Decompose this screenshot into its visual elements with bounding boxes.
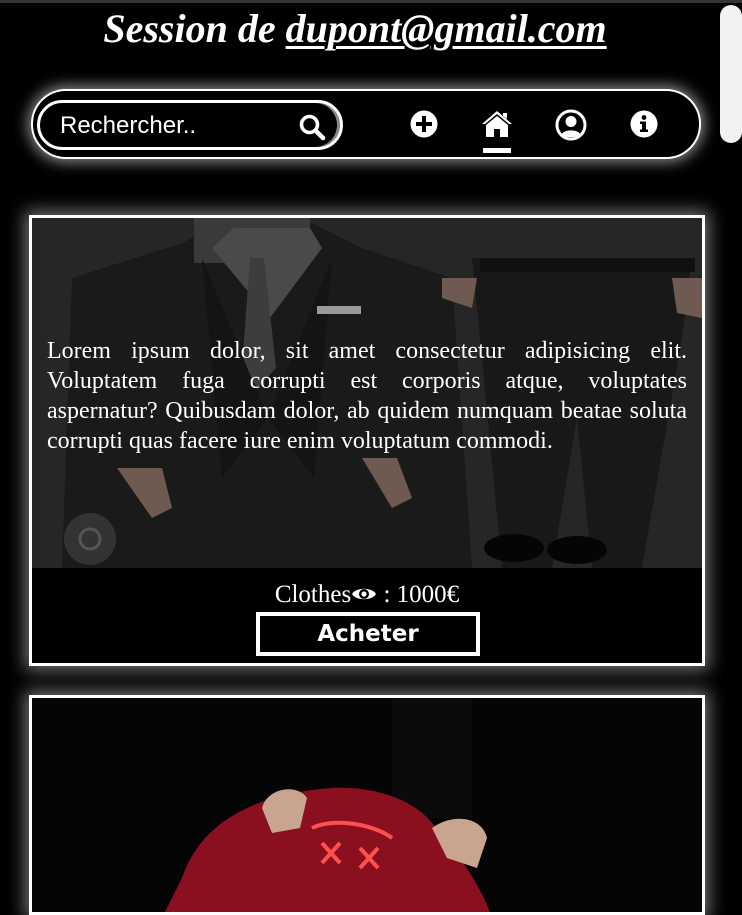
product-price: : 1000€ bbox=[383, 581, 460, 608]
scrollbar-thumb[interactable] bbox=[720, 5, 742, 143]
top-rule bbox=[0, 0, 742, 3]
product-card: Lorem ipsum dolor, sit amet consectetur … bbox=[29, 215, 705, 666]
buy-button[interactable]: Acheter bbox=[256, 612, 480, 656]
product-price-line: Clothes : 1000€ bbox=[32, 580, 702, 610]
eye-icon[interactable] bbox=[351, 581, 377, 600]
product-image bbox=[32, 698, 702, 912]
search-icon[interactable] bbox=[298, 113, 326, 141]
product-card bbox=[29, 695, 705, 915]
search-box bbox=[37, 100, 343, 150]
search-input[interactable] bbox=[60, 111, 290, 141]
navbar bbox=[31, 89, 701, 159]
product-category: Clothes bbox=[274, 581, 352, 608]
session-prefix: Session de bbox=[103, 6, 286, 51]
product-footer: Clothes : 1000€ Acheter bbox=[32, 568, 702, 663]
plus-circle-icon[interactable] bbox=[409, 109, 439, 139]
info-circle-icon[interactable] bbox=[629, 109, 659, 139]
home-icon[interactable] bbox=[481, 109, 512, 139]
active-nav-indicator bbox=[483, 148, 511, 153]
product-description: Lorem ipsum dolor, sit amet consectetur … bbox=[47, 338, 687, 454]
session-email[interactable]: dupont@gmail.com bbox=[286, 6, 607, 51]
session-title: Session de dupont@gmail.com bbox=[0, 6, 710, 52]
product-image: Lorem ipsum dolor, sit amet consectetur … bbox=[32, 218, 702, 568]
user-circle-icon[interactable] bbox=[555, 109, 587, 141]
